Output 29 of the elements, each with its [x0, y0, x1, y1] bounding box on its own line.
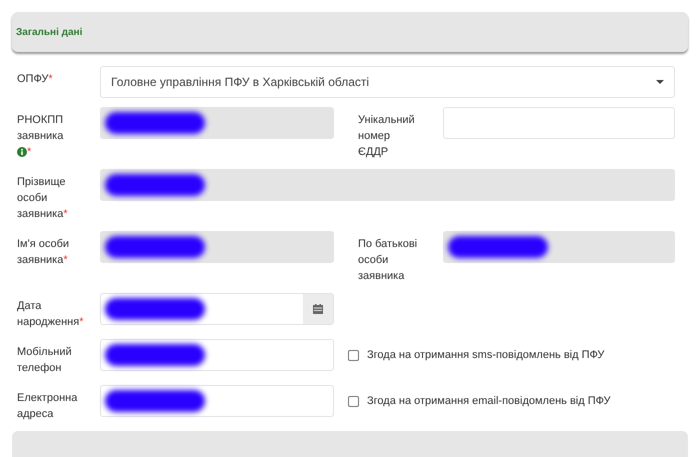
input-field[interactable]	[443, 107, 675, 139]
input-field[interactable]	[100, 385, 334, 417]
info-icon[interactable]	[17, 147, 27, 157]
input-field[interactable]	[100, 169, 675, 201]
checkbox[interactable]	[348, 396, 359, 406]
field-label: Прізвище особи заявника*	[17, 175, 69, 222]
calendar-button[interactable]	[303, 294, 333, 324]
checkbox-label[interactable]: Згода на отримання email-повідомлень від ПФУ	[367, 395, 610, 407]
field-label: По батькові особи заявника	[358, 237, 418, 284]
checkbox-label[interactable]: Згода на отримання sms-повідомлень від ПФУ	[367, 349, 604, 361]
input-field[interactable]	[100, 107, 334, 139]
caret-icon	[656, 80, 664, 84]
field-label: Мобільний телефон	[17, 345, 73, 376]
field-label: Унікальний номер ЄДДР	[358, 113, 416, 160]
select-value: Головне управління ПФУ в Харківській області	[111, 75, 370, 89]
field-label: ОПФУ*	[17, 72, 54, 87]
input-field[interactable]	[100, 231, 334, 263]
field-label: Дата народження*	[17, 299, 84, 330]
field-label: РНОКПП заявника	[17, 114, 64, 142]
field-label: Електронна адреса	[17, 391, 78, 422]
input-field[interactable]	[443, 231, 675, 263]
field-label: Ім'я особи заявника*	[17, 237, 70, 268]
section-title: Загальні дані	[16, 26, 82, 38]
select-field[interactable]: Головне управління ПФУ в Харківській області	[100, 66, 675, 98]
calendar-icon	[313, 304, 323, 314]
checkbox[interactable]	[348, 350, 359, 360]
required-mark: *	[27, 145, 32, 160]
date-field[interactable]	[100, 293, 334, 325]
input-field[interactable]	[100, 339, 334, 371]
